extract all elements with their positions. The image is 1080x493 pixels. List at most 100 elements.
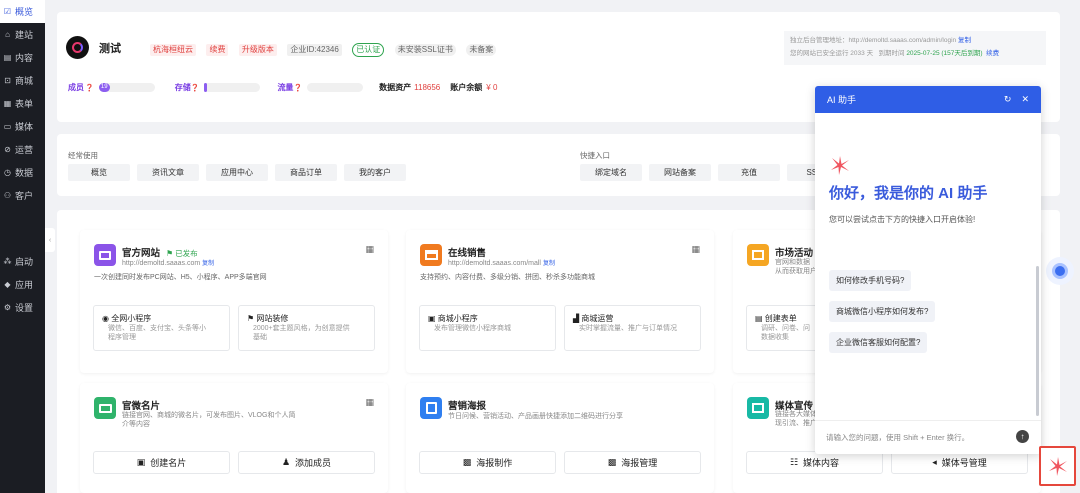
expire-date: 2025-07-25 (157天后到期) [906,50,983,57]
sidebar-item-label: 商城 [15,76,34,86]
members-bar: 19 [98,83,155,92]
send-button[interactable]: ↑ [1016,430,1029,443]
balance-value: ¥ 0 [486,83,498,92]
media-account-label: 媒体号管理 [941,458,987,468]
sub-title: 商城小程序 [437,314,478,323]
common-shortcut-button[interactable]: 应用中心 [206,164,268,181]
quick-entry-button[interactable]: 绑定域名 [580,164,642,181]
qrcode-icon[interactable]: ▦ [365,244,374,255]
suggestion-button[interactable]: 商城微信小程序如何发布? [829,301,936,322]
tag-company[interactable]: 杭海桓纽云 [150,43,196,56]
expire-label: 到期时间 [878,50,905,57]
poster-make-button[interactable]: ▩ 海报制作 [419,451,556,474]
tag-company-id: 企业ID:42346 [287,43,342,56]
ai-launcher-button[interactable] [1039,446,1076,486]
sidebar-bottom-item[interactable]: ◆ 应用 [0,273,45,296]
chat-scrollbar[interactable] [1036,266,1039,416]
copy-url-link[interactable]: 复制 [202,261,214,267]
tag-upgrade[interactable]: 升级版本 [238,43,277,56]
service-card-poster: 营销海报 节日问候、营销活动、产品画册快捷添加二维码进行分享 ▩ 海报制作 ▩ 海报… [406,383,714,493]
service-title: 营销海报 [448,401,487,412]
sub-title: 网站装修 [256,314,289,323]
chart-icon: ▟ [573,314,580,323]
sidebar-icon: ▦ [3,99,12,108]
sidebar-bottom-item[interactable]: ⚙ 设置 [0,296,45,319]
sidebar-item-label: 客户 [15,191,34,201]
sidebar-item-label: 表单 [15,99,34,109]
sub-title: 全网小程序 [111,314,152,323]
sidebar-item[interactable]: ⊡ 商城 [0,69,45,92]
common-shortcut-button[interactable]: 资讯文章 [137,164,199,181]
copy-url-link[interactable]: 复制 [543,261,555,267]
close-icon[interactable]: ✕ [1021,94,1029,104]
qrcode-icon[interactable]: ▦ [365,397,374,408]
media-account-button[interactable]: ◂ 媒体号管理 [891,451,1028,474]
sidebar-item[interactable]: ☑ 概览 [0,0,45,23]
common-title: 经常使用 [68,151,98,160]
help-icon: ❓ [190,84,200,92]
poster-make-icon: ▩ [462,457,472,467]
speaker-icon: ◂ [932,457,937,467]
sidebar-icon: ◆ [4,280,11,289]
chat-input[interactable]: 请输入您的问题，使用 Shift + Enter 换行。 [815,420,1041,454]
tag-renew[interactable]: 续费 [206,43,229,56]
service-desc: 链接官网、商城的微名片，可发布图片、VLOG和个人简 介等内容 [122,412,296,428]
common-shortcut-button[interactable]: 商品订单 [275,164,337,181]
ai-hint: 您可以尝试点击下方的快捷入口开启体验! [829,215,976,224]
assets-value: 118656 [414,83,441,92]
support-headset-icon[interactable] [1046,257,1074,285]
status-badge: 已发布 [175,249,198,258]
sidebar-bottom-item[interactable]: ⁂ 启动 [0,250,45,273]
flag-icon: ⚑ [166,249,174,258]
sub-site-decoration[interactable]: ⚑ 网站装修 2000+套主题风格，为创意提供 基础 [238,305,375,351]
sidebar-item[interactable]: ⚇ 客户 [0,184,45,207]
media-content-button[interactable]: ☷ 媒体内容 [746,451,883,474]
poster-icon [420,397,442,419]
poster-make-label: 海报制作 [476,458,513,468]
add-member-label: 添加成员 [295,458,332,468]
common-shortcut-button[interactable]: 我的客户 [344,164,406,181]
sub-desc: 调研、问卷、问 数据收集 [761,325,810,341]
quick-entry-button[interactable]: 网站备案 [649,164,711,181]
ai-assistant-header: AI 助手 ↻ ✕ [815,86,1041,113]
admin-url: 独立后台管理地址：http://demoltd.saaas.com/admin/… [790,37,957,44]
common-shortcut-button[interactable]: 概览 [68,164,130,181]
marketing-icon [747,244,769,266]
sub-mall-operation[interactable]: ▟ 商城运营 实时掌握流量、推广与订单情况 [564,305,701,351]
sub-mall-mini-program[interactable]: ▣ 商城小程序 发布管理微信小程序商城 [419,305,556,351]
quick-entry-button[interactable]: 充值 [718,164,780,181]
suggestion-button[interactable]: 如何修改手机号码? [829,270,912,291]
poster-manage-button[interactable]: ▩ 海报管理 [564,451,701,474]
website-icon [94,244,116,266]
qrcode-icon[interactable]: ▦ [691,244,700,255]
sidebar-item[interactable]: ⊘ 运营 [0,138,45,161]
help-icon: ❓ [293,84,303,92]
collapse-handle[interactable]: ‹ [45,228,55,252]
sidebar-icon: ▤ [3,53,12,62]
admin-url-copy-link[interactable]: 复制 [958,37,971,44]
mall-icon: ▣ [428,314,436,323]
balance-label: 账户余额 [450,83,483,92]
add-member-button[interactable]: ♟ 添加成员 [238,451,375,474]
sidebar-item[interactable]: ▤ 内容 [0,46,45,69]
renew-link[interactable]: 续费 [986,50,999,57]
ai-spark-icon [1048,457,1067,476]
tag-icp[interactable]: 未备案 [466,43,497,56]
sidebar-item[interactable]: ▦ 表单 [0,92,45,115]
sidebar-item-label: 启动 [15,257,34,267]
sub-mini-program[interactable]: ◉ 全网小程序 微信、百度、支付宝、头条等小 程序管理 [93,305,230,351]
service-card-official-site: 官方网站 ⚑ 已发布 http://demoltd.saaas.com 复制 一次创… [80,230,388,373]
site-name: 测试 [99,43,121,55]
sidebar-item[interactable]: ⌂ 建站 [0,23,45,46]
create-card-button[interactable]: ▣ 创建名片 [93,451,230,474]
admin-info: 独立后台管理地址：http://demoltd.saaas.com/admin/… [784,31,1046,65]
sidebar-icon: ☑ [3,7,12,16]
sidebar-item[interactable]: ▭ 媒体 [0,115,45,138]
service-card-business-card: 官微名片 链接官网、商城的微名片，可发布图片、VLOG和个人简 介等内容 ▦ ▣… [80,383,388,493]
sidebar-item-label: 应用 [15,280,34,290]
suggestion-button[interactable]: 企业微信客服如何配置? [829,332,928,353]
sidebar-item[interactable]: ◷ 数据 [0,161,45,184]
quick-title: 快捷入口 [580,151,610,160]
refresh-icon[interactable]: ↻ [1004,94,1012,104]
tag-ssl[interactable]: 未安装SSL证书 [394,43,456,56]
